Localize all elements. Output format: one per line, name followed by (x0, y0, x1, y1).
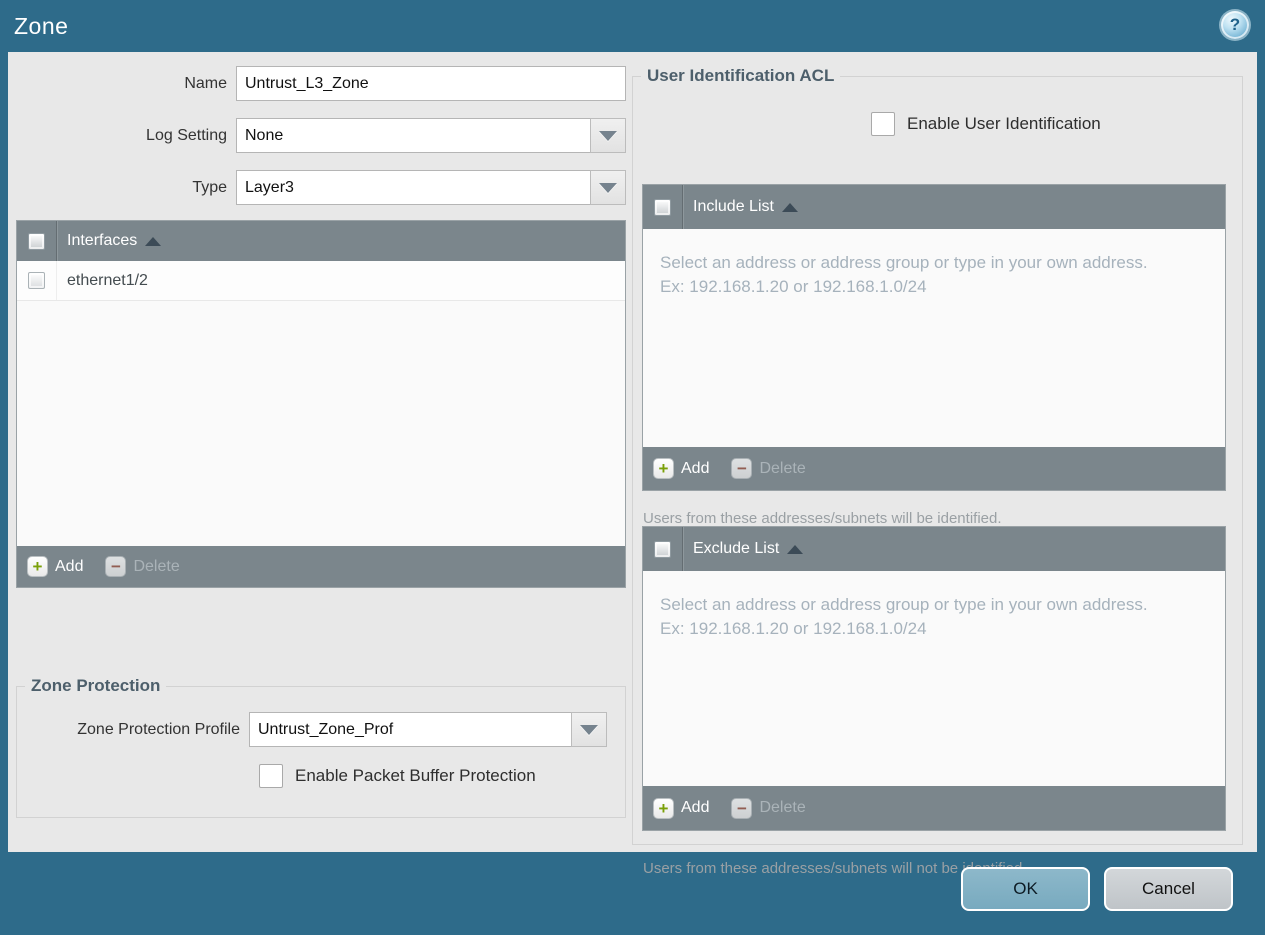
user-identification-acl-legend: User Identification ACL (647, 66, 835, 85)
cancel-button[interactable]: Cancel (1104, 867, 1233, 911)
dialog-titlebar: Zone ? (0, 0, 1265, 52)
log-setting-select[interactable]: None (236, 118, 626, 153)
chevron-down-icon (599, 130, 617, 141)
row-checkbox-cell (17, 261, 57, 300)
zone-protection-profile-dropdown-button[interactable] (571, 712, 607, 747)
type-select[interactable]: Layer3 (236, 170, 626, 205)
include-list-note: Users from these addresses/subnets will … (643, 510, 1002, 527)
row-checkbox[interactable] (28, 272, 45, 289)
chevron-down-icon (580, 724, 598, 735)
sort-ascending-icon[interactable] (145, 236, 162, 246)
exclude-list-column-header[interactable]: Exclude List (693, 540, 779, 558)
interface-name: ethernet1/2 (67, 271, 148, 289)
add-include-button[interactable]: + Add (653, 458, 709, 479)
include-list-header: Include List (643, 185, 1225, 229)
add-exclude-button[interactable]: + Add (653, 797, 710, 819)
sort-ascending-icon[interactable] (787, 544, 804, 554)
type-dropdown-button[interactable] (590, 170, 626, 205)
dialog-title: Zone (14, 12, 69, 39)
name-label: Name (184, 74, 227, 92)
delete-button-label: Delete (133, 557, 180, 575)
include-list-placeholder: Select an address or address group or ty… (660, 253, 1148, 296)
add-button-label: Add (681, 459, 710, 477)
delete-interface-button[interactable]: − Delete (105, 556, 180, 577)
exclude-list-header: Exclude List (643, 527, 1225, 571)
interfaces-header-checkbox-cell (17, 221, 57, 261)
zone-protection-legend: Zone Protection (31, 676, 161, 695)
sort-ascending-icon[interactable] (781, 202, 798, 212)
add-interface-button[interactable]: + Add (27, 556, 83, 577)
enable-user-identification-label: Enable User Identification (907, 114, 1101, 133)
zone-protection-profile-row: Zone Protection Profile Untrust_Zone_Pro… (17, 712, 625, 747)
enable-user-identification-row: Enable User Identification (633, 112, 1242, 136)
exclude-list-body[interactable]: Select an address or address group or ty… (643, 571, 1225, 786)
name-input[interactable] (236, 66, 626, 101)
help-glyph: ? (1229, 15, 1241, 34)
packet-buffer-row: Enable Packet Buffer Protection (17, 764, 625, 788)
delete-exclude-button[interactable]: − Delete (731, 797, 806, 819)
ok-button[interactable]: OK (961, 867, 1090, 911)
include-list-table: Include List Select an address or addres… (642, 184, 1226, 491)
interfaces-select-all-checkbox[interactable] (28, 232, 45, 250)
packet-buffer-label: Enable Packet Buffer Protection (295, 766, 536, 785)
enable-user-identification-checkbox[interactable] (871, 112, 895, 136)
zone-protection-profile-label: Zone Protection Profile (77, 720, 240, 738)
minus-icon: − (105, 556, 127, 577)
left-column: Name Log Setting None Type Layer3 (16, 52, 626, 588)
log-setting-label: Log Setting (146, 126, 227, 144)
delete-include-button[interactable]: − Delete (731, 458, 806, 479)
enable-packet-buffer-protection-checkbox[interactable] (259, 764, 283, 788)
interfaces-table: Interfaces ethernet1/2 + Add − Delete (16, 220, 626, 588)
zone-protection-fieldset: Zone Protection Zone Protection Profile … (16, 676, 626, 818)
add-button-label: Add (681, 799, 710, 816)
interfaces-column-header[interactable]: Interfaces (67, 232, 137, 250)
minus-icon: − (731, 797, 753, 819)
log-setting-row: Log Setting None (16, 118, 626, 153)
exclude-list-placeholder: Select an address or address group or ty… (660, 595, 1148, 638)
name-row: Name (16, 66, 626, 101)
include-list-footer: + Add − Delete (643, 447, 1225, 490)
interfaces-table-body: ethernet1/2 (17, 261, 625, 546)
table-row[interactable]: ethernet1/2 (17, 261, 625, 301)
include-select-all-checkbox[interactable] (654, 198, 671, 216)
type-label: Type (192, 178, 227, 196)
type-value: Layer3 (236, 170, 590, 205)
type-row: Type Layer3 (16, 170, 626, 205)
delete-button-label: Delete (759, 459, 806, 477)
log-setting-dropdown-button[interactable] (590, 118, 626, 153)
log-setting-value: None (236, 118, 590, 153)
interfaces-table-footer: + Add − Delete (17, 546, 625, 587)
exclude-list-table: Exclude List Select an address or addres… (642, 526, 1226, 831)
exclude-select-all-checkbox[interactable] (654, 540, 671, 558)
include-header-checkbox-cell (643, 185, 683, 229)
plus-icon: + (653, 458, 674, 479)
plus-icon: + (653, 797, 674, 819)
include-list-body[interactable]: Select an address or address group or ty… (643, 229, 1225, 447)
chevron-down-icon (599, 182, 617, 193)
minus-icon: − (731, 458, 753, 479)
include-list-column-header[interactable]: Include List (693, 198, 774, 216)
interfaces-table-header: Interfaces (17, 221, 625, 261)
zone-protection-profile-value: Untrust_Zone_Prof (249, 712, 571, 747)
zone-dialog-panel: Name Log Setting None Type Layer3 (8, 52, 1257, 877)
exclude-header-checkbox-cell (643, 527, 683, 571)
user-identification-acl-fieldset: User Identification ACL Enable User Iden… (632, 66, 1243, 877)
exclude-list-footer: + Add − Delete (643, 786, 1225, 830)
plus-icon: + (27, 556, 48, 577)
help-icon[interactable]: ? (1221, 11, 1249, 39)
delete-button-label: Delete (759, 799, 806, 816)
add-button-label: Add (55, 557, 84, 575)
zone-protection-profile-select[interactable]: Untrust_Zone_Prof (249, 712, 607, 747)
